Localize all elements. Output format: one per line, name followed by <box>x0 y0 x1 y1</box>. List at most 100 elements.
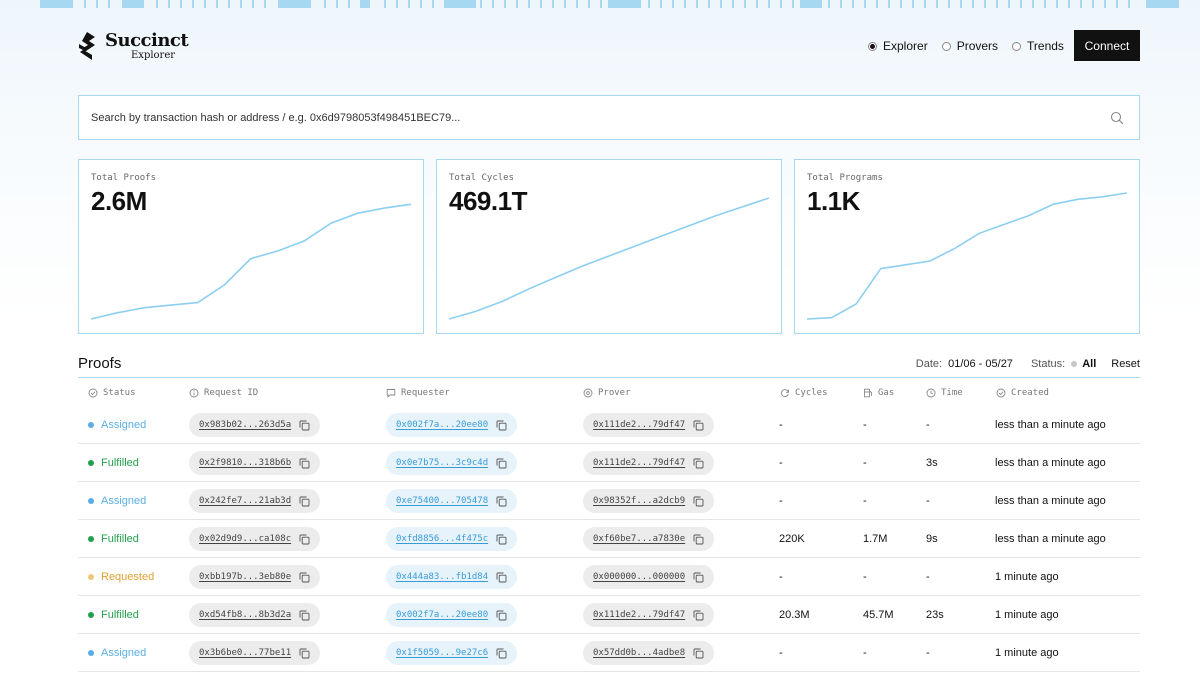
brand-logo[interactable]: Succinct Explorer <box>78 31 189 63</box>
info-circle-icon <box>189 388 199 398</box>
request-id-link[interactable]: 0xd54fb8...8b3d2a <box>199 610 291 620</box>
prover-pill[interactable]: 0x57dd0b...4adbe8 <box>583 641 715 665</box>
prover-pill[interactable]: 0xf60be7...a7830e <box>583 527 715 551</box>
connect-button[interactable]: Connect <box>1074 30 1140 61</box>
table-row[interactable]: Assigned 0x242fe7...21ab3d 0xe75400...7054… <box>78 482 1140 520</box>
table-row[interactable]: Fulfilled 0xd54fb8...8b3d2a 0x002f7a...20e… <box>78 596 1140 634</box>
prover-link[interactable]: 0x111de2...79df47 <box>593 458 685 468</box>
column-header-prover: Prover <box>583 388 631 398</box>
status-filter[interactable]: All <box>1082 358 1096 370</box>
copy-icon[interactable] <box>496 610 507 621</box>
prover-link[interactable]: 0x111de2...79df47 <box>593 420 685 430</box>
search-input[interactable] <box>91 111 991 124</box>
copy-icon[interactable] <box>299 572 310 583</box>
copy-icon[interactable] <box>299 420 310 431</box>
request-id-pill[interactable]: 0x242fe7...21ab3d <box>189 489 321 513</box>
prover-link[interactable]: 0xf60be7...a7830e <box>593 534 685 544</box>
requester-link[interactable]: 0x1f5059...9e27c6 <box>396 648 488 658</box>
requester-link[interactable]: 0xe75400...705478 <box>396 496 488 506</box>
request-id-link[interactable]: 0x983b02...263d5a <box>199 420 291 430</box>
copy-icon[interactable] <box>299 496 310 507</box>
requester-link[interactable]: 0x002f7a...20ee80 <box>396 420 488 430</box>
sparkline-path <box>806 192 1128 320</box>
status-badge: Fulfilled <box>101 609 139 621</box>
requester-link[interactable]: 0x0e7b75...3c9c4d <box>396 458 488 468</box>
requester-pill[interactable]: 0x002f7a...20ee80 <box>386 413 518 437</box>
request-id-link[interactable]: 0x242fe7...21ab3d <box>199 496 291 506</box>
prover-pill[interactable]: 0x111de2...79df47 <box>583 451 715 475</box>
request-id-pill[interactable]: 0xd54fb8...8b3d2a <box>189 603 321 627</box>
created-cell: less than a minute ago <box>995 533 1106 545</box>
request-id-pill[interactable]: 0xbb197b...3eb80e <box>189 565 321 589</box>
table-row[interactable]: Fulfilled 0x02d9d9...ca108c 0xfd8856...4f4… <box>78 520 1140 558</box>
request-id-link[interactable]: 0x2f9810...318b6b <box>199 458 291 468</box>
requester-link[interactable]: 0x002f7a...20ee80 <box>396 610 488 620</box>
copy-icon[interactable] <box>496 534 507 545</box>
radio-icon <box>1012 41 1022 51</box>
nav-item-trends[interactable]: Trends <box>1012 39 1064 53</box>
copy-icon[interactable] <box>299 534 310 545</box>
table-row[interactable]: Assigned 0x3b6be0...77be11 0x1f5059...9e27… <box>78 634 1140 672</box>
copy-icon[interactable] <box>693 496 704 507</box>
copy-icon[interactable] <box>496 648 507 659</box>
copy-icon[interactable] <box>693 572 704 583</box>
requester-cell: 0x0e7b75...3c9c4d <box>386 444 518 482</box>
request-id-link[interactable]: 0x02d9d9...ca108c <box>199 534 291 544</box>
search-icon[interactable] <box>1110 111 1124 125</box>
requester-link[interactable]: 0x444a83...fb1d84 <box>396 572 488 582</box>
requester-pill[interactable]: 0x002f7a...20ee80 <box>386 603 518 627</box>
time-cell: - <box>926 571 930 583</box>
request-id-link[interactable]: 0xbb197b...3eb80e <box>199 572 291 582</box>
requester-pill[interactable]: 0xe75400...705478 <box>386 489 518 513</box>
copy-icon[interactable] <box>496 458 507 469</box>
reset-button[interactable]: Reset <box>1111 358 1140 370</box>
column-header-gas: Gas <box>863 388 894 398</box>
prover-link[interactable]: 0x57dd0b...4adbe8 <box>593 648 685 658</box>
prover-pill[interactable]: 0x98352f...a2dcb9 <box>583 489 715 513</box>
date-filter-label: Date: <box>915 358 943 370</box>
request-id-pill[interactable]: 0x983b02...263d5a <box>189 413 321 437</box>
copy-icon[interactable] <box>299 458 310 469</box>
requester-pill[interactable]: 0x444a83...fb1d84 <box>386 565 518 589</box>
table-row[interactable]: Requested 0xbb197b...3eb80e 0x444a83...fb1… <box>78 558 1140 596</box>
requester-pill[interactable]: 0x1f5059...9e27c6 <box>386 641 518 665</box>
copy-icon[interactable] <box>693 610 704 621</box>
request-id-pill[interactable]: 0x2f9810...318b6b <box>189 451 321 475</box>
nav-item-provers[interactable]: Provers <box>941 39 998 53</box>
date-filter[interactable]: 01/06 - 05/27 <box>948 358 1013 370</box>
prover-pill[interactable]: 0x000000...000000 <box>583 565 715 589</box>
main-nav: Explorer Provers Trends <box>868 39 1078 53</box>
table-row[interactable]: Assigned 0x983b02...263d5a 0x002f7a...20ee… <box>78 406 1140 444</box>
request-id-pill[interactable]: 0x02d9d9...ca108c <box>189 527 321 551</box>
table-row[interactable]: Fulfilled 0x2f9810...318b6b 0x0e7b75...3c9… <box>78 444 1140 482</box>
cycles-cell: - <box>779 647 783 659</box>
copy-icon[interactable] <box>299 648 310 659</box>
prover-pill[interactable]: 0x111de2...79df47 <box>583 603 715 627</box>
prover-link[interactable]: 0x98352f...a2dcb9 <box>593 496 685 506</box>
copy-icon[interactable] <box>693 420 704 431</box>
table-header: Status Request ID Requester Prover Cycles Gas… <box>78 388 1140 402</box>
requester-link[interactable]: 0xfd8856...4f475c <box>396 534 488 544</box>
copy-icon[interactable] <box>299 610 310 621</box>
copy-icon[interactable] <box>496 420 507 431</box>
copy-icon[interactable] <box>496 572 507 583</box>
gas-cell: - <box>863 419 867 431</box>
status-badge: Fulfilled <box>101 533 139 545</box>
prover-link[interactable]: 0x000000...000000 <box>593 572 685 582</box>
copy-icon[interactable] <box>693 648 704 659</box>
prover-link[interactable]: 0x111de2...79df47 <box>593 610 685 620</box>
request-id-cell: 0xd54fb8...8b3d2a <box>189 596 321 634</box>
nav-item-explorer[interactable]: Explorer <box>868 39 928 53</box>
copy-icon[interactable] <box>693 458 704 469</box>
requester-pill[interactable]: 0x0e7b75...3c9c4d <box>386 451 518 475</box>
requester-pill[interactable]: 0xfd8856...4f475c <box>386 527 518 551</box>
copy-icon[interactable] <box>693 534 704 545</box>
prover-pill[interactable]: 0x111de2...79df47 <box>583 413 715 437</box>
cycles-cell: - <box>779 571 783 583</box>
nav-label: Explorer <box>883 39 928 53</box>
request-id-pill[interactable]: 0x3b6be0...77be11 <box>189 641 321 665</box>
column-header-label: Cycles <box>795 388 828 398</box>
request-id-link[interactable]: 0x3b6be0...77be11 <box>199 648 291 658</box>
sparkline-path <box>448 197 770 320</box>
copy-icon[interactable] <box>496 496 507 507</box>
